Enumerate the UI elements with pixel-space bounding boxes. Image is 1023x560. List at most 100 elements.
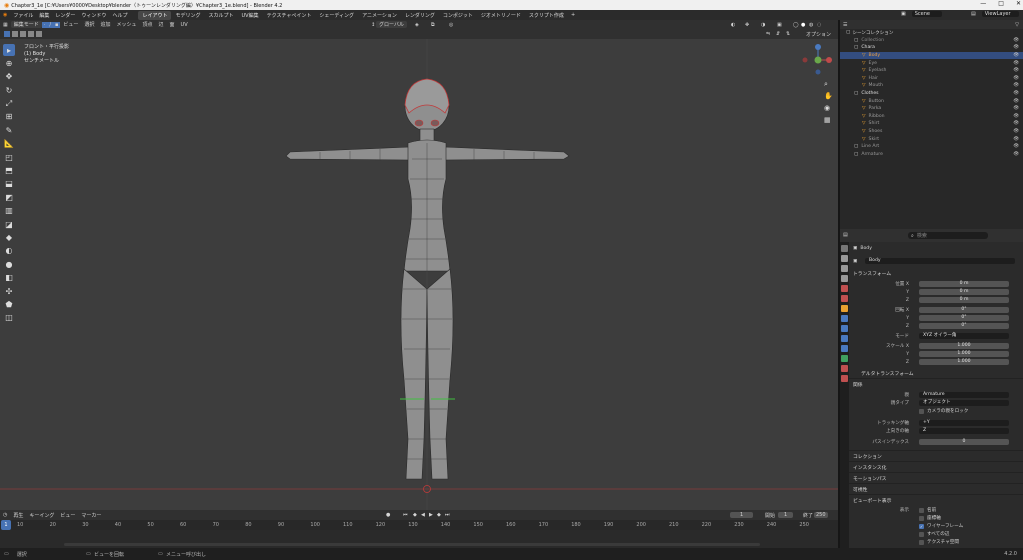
scene-selector[interactable]: Scene (911, 11, 942, 17)
menu-window[interactable]: ウィンドウ (78, 12, 109, 19)
pan-hand-icon[interactable]: ✋ (824, 90, 833, 102)
visibility-eye-icon[interactable]: 👁 (1013, 83, 1019, 88)
smooth-tool[interactable]: ● (3, 258, 15, 270)
scale-y-field[interactable]: 1.000 (919, 350, 1009, 358)
tab-animation[interactable]: アニメーション (358, 11, 401, 20)
visibility-eye-icon[interactable]: 👁 (1013, 137, 1019, 142)
timeline-menu-playback[interactable]: 再生 (10, 512, 26, 519)
outliner-item[interactable]: ▽ Mouth 👁 (840, 82, 1023, 90)
visibility-eye-icon[interactable]: 👁 (1013, 68, 1019, 73)
outliner-item[interactable]: ▽ Hair 👁 (840, 75, 1023, 83)
outliner-editor-icon[interactable]: ☰ (840, 22, 850, 28)
tab-rendering[interactable]: レンダリング (401, 11, 439, 20)
rotate-tool[interactable]: ↻ (3, 84, 15, 96)
outliner-filter-icon[interactable]: ▽ (1015, 22, 1019, 28)
add-cube-tool[interactable]: ◰ (3, 151, 15, 163)
data-tab-icon[interactable] (841, 355, 848, 362)
visibility-eye-icon[interactable]: 👁 (1013, 45, 1019, 50)
bevel-tool[interactable]: ◩ (3, 191, 15, 203)
extrude-tool[interactable]: ⬒ (3, 165, 15, 177)
pass-index-field[interactable]: 0 (919, 438, 1009, 446)
edge-slide-tool[interactable]: ◧ (3, 272, 15, 284)
transform-tool[interactable]: ⊞ (3, 111, 15, 123)
menu-mesh[interactable]: メッシュ (113, 21, 139, 28)
select-mode-invert-icon[interactable] (28, 31, 34, 37)
visibility-eye-icon[interactable]: 👁 (1013, 114, 1019, 119)
tab-uv-editing[interactable]: UV編集 (238, 11, 263, 20)
rip-region-tool[interactable]: ◫ (3, 312, 15, 324)
texture-tab-icon[interactable] (841, 375, 848, 382)
current-frame-field[interactable]: 1 (730, 512, 754, 518)
parent-type-dropdown[interactable]: オブジェクト (919, 399, 1009, 407)
physics-tab-icon[interactable] (841, 335, 848, 342)
timeline-editor-icon[interactable]: ◷ (0, 512, 10, 518)
overlay-toggle-icon[interactable]: ◑ (758, 22, 768, 28)
scene-tab-icon[interactable] (841, 285, 848, 292)
menu-edit[interactable]: 編集 (36, 12, 52, 19)
timeline-body[interactable] (0, 530, 838, 548)
cursor-tool[interactable]: ⊕ (3, 57, 15, 69)
shear-tool[interactable]: ⬟ (3, 298, 15, 310)
render-tab-icon[interactable] (841, 255, 848, 262)
camera-lock-checkbox[interactable] (919, 408, 924, 414)
viewport-display-checkbox[interactable] (919, 507, 924, 513)
constraints-tab-icon[interactable] (841, 345, 848, 352)
delta-transform-panel[interactable]: デルタトランスフォーム (861, 370, 914, 377)
y-mirror-icon[interactable]: ⇵ (776, 31, 780, 37)
tab-texture-paint[interactable]: テクスチャペイント (263, 11, 316, 20)
menu-vertex[interactable]: 頂点 (139, 21, 155, 28)
tool-tab-icon[interactable] (841, 245, 848, 252)
knife-tool[interactable]: ◪ (3, 218, 15, 230)
timeline-scrollbar[interactable] (64, 543, 760, 546)
options-menu[interactable]: オプション (806, 31, 831, 38)
editor-type-icon[interactable]: ▦ (0, 22, 11, 28)
rotation-mode-dropdown[interactable]: XYZ オイラー角 (919, 332, 1009, 340)
transform-orientation-selector[interactable]: グローバル (376, 21, 407, 28)
outliner-item[interactable]: ▽ Shoes 👁 (840, 128, 1023, 136)
inset-tool[interactable]: ⬓ (3, 178, 15, 190)
gizmo-toggle-icon[interactable]: ✥ (742, 22, 752, 28)
outliner-item[interactable]: ▽ Parka 👁 (840, 105, 1023, 113)
menu-select[interactable]: 選択 (81, 21, 97, 28)
outliner-item[interactable]: ▢ Chara 👁 (840, 44, 1023, 52)
up-axis-dropdown[interactable]: Z (919, 427, 1009, 435)
visibility-eye-icon[interactable]: 👁 (1013, 53, 1019, 58)
properties-search-field[interactable]: ⌕ 検索 (908, 232, 988, 239)
menu-add[interactable]: 追加 (97, 21, 113, 28)
outliner-item[interactable]: ▽ Eyelash 👁 (840, 67, 1023, 75)
outliner-item[interactable]: ▢ Collection 👁 (840, 37, 1023, 45)
outliner-item[interactable]: ▢ Line Art 👁 (840, 143, 1023, 151)
menu-file[interactable]: ファイル (10, 12, 36, 19)
select-mode-new-icon[interactable] (4, 31, 10, 37)
object-tab-icon[interactable] (841, 305, 848, 312)
visibility-eye-icon[interactable]: 👁 (1013, 61, 1019, 66)
pivot-icon[interactable]: ◈ (412, 22, 422, 28)
z-mirror-icon[interactable]: ⇅ (786, 31, 790, 37)
snap-icon[interactable]: ⧉ (428, 22, 438, 28)
material-tab-icon[interactable] (841, 365, 848, 372)
world-tab-icon[interactable] (841, 295, 848, 302)
visibility-eye-icon[interactable]: 👁 (1013, 152, 1019, 157)
outliner-item[interactable]: ▽ Button 👁 (840, 97, 1023, 105)
visibility-panel[interactable]: 可視性 (853, 486, 867, 493)
outliner-item[interactable]: ▢ Clothes 👁 (840, 90, 1023, 98)
move-tool[interactable]: ✥ (3, 71, 15, 83)
record-icon[interactable]: ● (383, 512, 393, 518)
output-tab-icon[interactable] (841, 265, 848, 272)
collections-panel[interactable]: コレクション (853, 453, 882, 460)
visibility-eye-icon[interactable]: 👁 (1013, 106, 1019, 111)
outliner-root[interactable]: ▢ シーンコレクション (840, 29, 1023, 37)
shrink-fatten-tool[interactable]: ✣ (3, 285, 15, 297)
transform-panel-title[interactable]: トランスフォーム (853, 270, 891, 277)
particles-tab-icon[interactable] (841, 325, 848, 332)
blender-menu-icon[interactable]: ◉ (0, 12, 10, 18)
mode-selector[interactable]: 編集モード (10, 21, 42, 28)
jump-start-icon[interactable]: ⏮ (400, 512, 411, 518)
tab-sculpting[interactable]: スカルプト (204, 11, 237, 20)
perspective-grid-icon[interactable]: ▦ (824, 114, 833, 126)
menu-view[interactable]: ビュー (60, 21, 81, 28)
location-x-field[interactable]: 0 m (919, 280, 1009, 288)
x-mirror-icon[interactable]: ⇋ (766, 31, 770, 37)
tab-shading[interactable]: シェーディング (315, 11, 358, 20)
tab-scripting[interactable]: スクリプト作成 (525, 11, 568, 20)
